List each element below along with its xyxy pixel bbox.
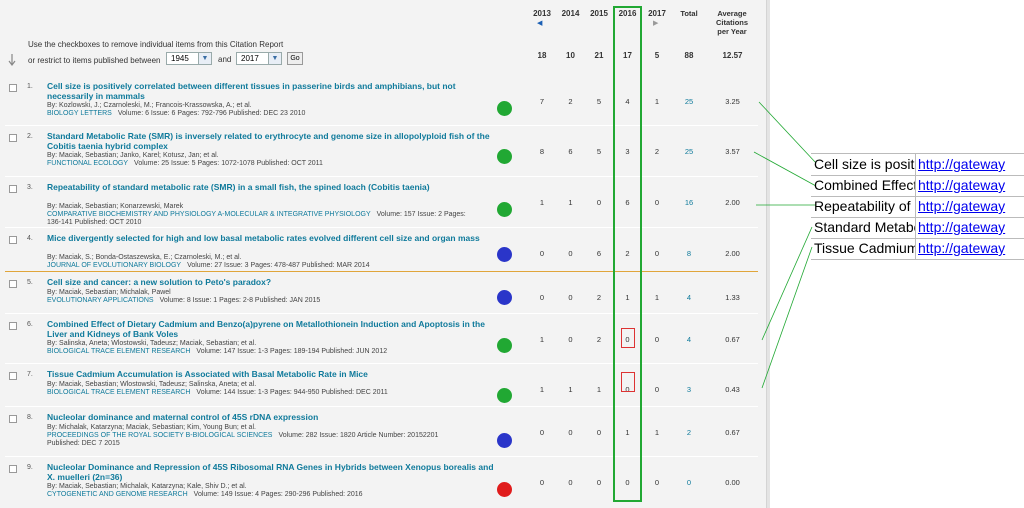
sheet-link-cell[interactable]: http://gateway <box>918 196 1024 217</box>
sheet-link-cell[interactable]: http://gateway <box>918 175 1024 196</box>
sheet-link-cell[interactable]: http://gateway <box>918 154 1024 175</box>
sheet-title-cell: Tissue Cadmium <box>814 240 916 256</box>
sheet-row: Repeatability of http://gateway <box>811 196 1024 218</box>
sheet-row: Cell size is positively http://gateway <box>811 153 1024 176</box>
sheet-row: Combined Effect http://gateway <box>811 175 1024 197</box>
sheet-title-cell: Standard Metabolic <box>814 219 916 235</box>
sheet-row: Standard Metabolic http://gateway <box>811 217 1024 239</box>
sheet-title-cell: Combined Effect <box>814 177 916 193</box>
sheet-row: Tissue Cadmium http://gateway <box>811 238 1024 260</box>
sheet-title-cell: Cell size is positively <box>814 156 916 172</box>
sheet-title-cell: Repeatability of <box>814 198 911 214</box>
sheet-column-divider <box>915 153 916 259</box>
sheet-link-cell[interactable]: http://gateway <box>918 217 1024 238</box>
sheet-link-cell[interactable]: http://gateway <box>918 238 1024 259</box>
